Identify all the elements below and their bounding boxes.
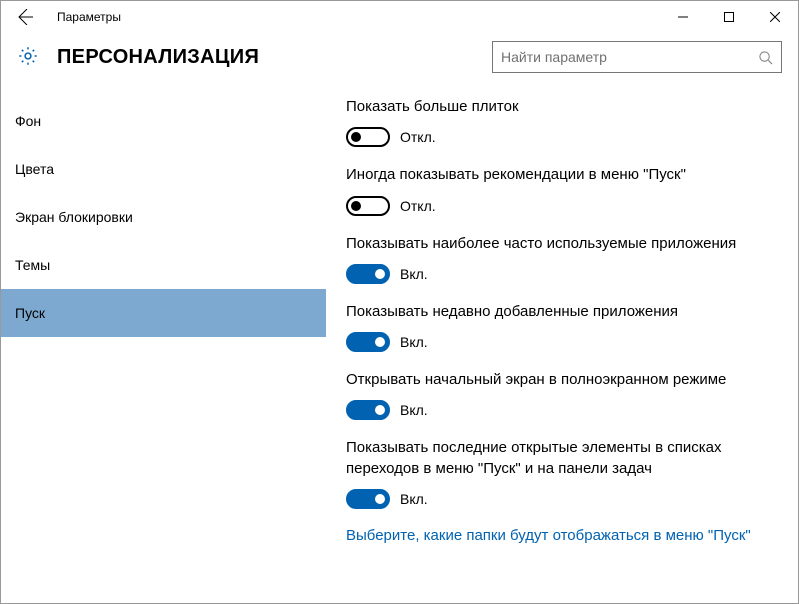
choose-folders-link[interactable]: Выберите, какие папки будут отображаться… bbox=[346, 527, 772, 544]
sidebar-item-start[interactable]: Пуск bbox=[1, 289, 326, 337]
toggle-most-used[interactable] bbox=[346, 264, 390, 284]
toggle-fullscreen[interactable] bbox=[346, 400, 390, 420]
setting-recent-apps: Показывать недавно добавленные приложени… bbox=[346, 302, 772, 352]
toggle-state-label: Откл. bbox=[400, 198, 436, 214]
sidebar-item-themes[interactable]: Темы bbox=[1, 241, 326, 289]
maximize-button[interactable] bbox=[706, 1, 752, 33]
sidebar-item-label: Темы bbox=[15, 257, 50, 273]
minimize-button[interactable] bbox=[660, 1, 706, 33]
window-controls bbox=[660, 1, 798, 33]
setting-label: Показывать недавно добавленные приложени… bbox=[346, 302, 756, 322]
setting-jumplists: Показывать последние открытые элементы в… bbox=[346, 438, 772, 509]
toggle-knob bbox=[351, 132, 361, 142]
toggle-knob bbox=[375, 494, 385, 504]
setting-label: Открывать начальный экран в полноэкранно… bbox=[346, 370, 756, 390]
toggle-state-label: Откл. bbox=[400, 129, 436, 145]
setting-label: Показывать последние открытые элементы в… bbox=[346, 438, 756, 479]
sidebar-item-label: Экран блокировки bbox=[15, 209, 133, 225]
toggle-knob bbox=[375, 337, 385, 347]
minimize-icon bbox=[678, 12, 688, 22]
toggle-jumplists[interactable] bbox=[346, 489, 390, 509]
sidebar-item-lockscreen[interactable]: Экран блокировки bbox=[1, 193, 326, 241]
sidebar: Фон Цвета Экран блокировки Темы Пуск bbox=[1, 91, 326, 601]
gear-icon bbox=[17, 45, 39, 70]
body: Фон Цвета Экран блокировки Темы Пуск Пок… bbox=[1, 91, 798, 601]
toggle-row: Вкл. bbox=[346, 332, 772, 352]
toggle-suggestions[interactable] bbox=[346, 196, 390, 216]
toggle-state-label: Вкл. bbox=[400, 491, 428, 507]
sidebar-item-label: Цвета bbox=[15, 161, 54, 177]
sidebar-item-colors[interactable]: Цвета bbox=[1, 145, 326, 193]
toggle-knob bbox=[375, 405, 385, 415]
toggle-row: Откл. bbox=[346, 196, 772, 216]
toggle-knob bbox=[375, 269, 385, 279]
sidebar-item-label: Фон bbox=[15, 113, 41, 129]
arrow-left-icon bbox=[17, 9, 33, 25]
header: ПЕРСОНАЛИЗАЦИЯ bbox=[1, 33, 798, 91]
toggle-state-label: Вкл. bbox=[400, 334, 428, 350]
sidebar-item-background[interactable]: Фон bbox=[1, 97, 326, 145]
content-pane[interactable]: Показать больше плиток Откл. Иногда пока… bbox=[326, 91, 798, 601]
toggle-state-label: Вкл. bbox=[400, 266, 428, 282]
toggle-recent-apps[interactable] bbox=[346, 332, 390, 352]
setting-suggestions: Иногда показывать рекомендации в меню "П… bbox=[346, 165, 772, 215]
maximize-icon bbox=[724, 12, 734, 22]
toggle-row: Вкл. bbox=[346, 264, 772, 284]
toggle-knob bbox=[351, 201, 361, 211]
titlebar: Параметры bbox=[1, 1, 798, 33]
close-button[interactable] bbox=[752, 1, 798, 33]
page-title: ПЕРСОНАЛИЗАЦИЯ bbox=[57, 46, 492, 69]
toggle-more-tiles[interactable] bbox=[346, 127, 390, 147]
toggle-row: Откл. bbox=[346, 127, 772, 147]
setting-more-tiles: Показать больше плиток Откл. bbox=[346, 97, 772, 147]
toggle-state-label: Вкл. bbox=[400, 402, 428, 418]
setting-label: Показывать наиболее часто используемые п… bbox=[346, 234, 756, 254]
setting-label: Показать больше плиток bbox=[346, 97, 756, 117]
toggle-row: Вкл. bbox=[346, 489, 772, 509]
window-title: Параметры bbox=[49, 10, 660, 24]
search-input[interactable] bbox=[501, 49, 758, 65]
sidebar-item-label: Пуск bbox=[15, 305, 45, 321]
setting-fullscreen: Открывать начальный экран в полноэкранно… bbox=[346, 370, 772, 420]
setting-most-used: Показывать наиболее часто используемые п… bbox=[346, 234, 772, 284]
back-button[interactable] bbox=[1, 1, 49, 33]
setting-label: Иногда показывать рекомендации в меню "П… bbox=[346, 165, 756, 185]
toggle-row: Вкл. bbox=[346, 400, 772, 420]
search-box[interactable] bbox=[492, 41, 782, 73]
search-icon[interactable] bbox=[758, 50, 773, 65]
close-icon bbox=[770, 12, 780, 22]
